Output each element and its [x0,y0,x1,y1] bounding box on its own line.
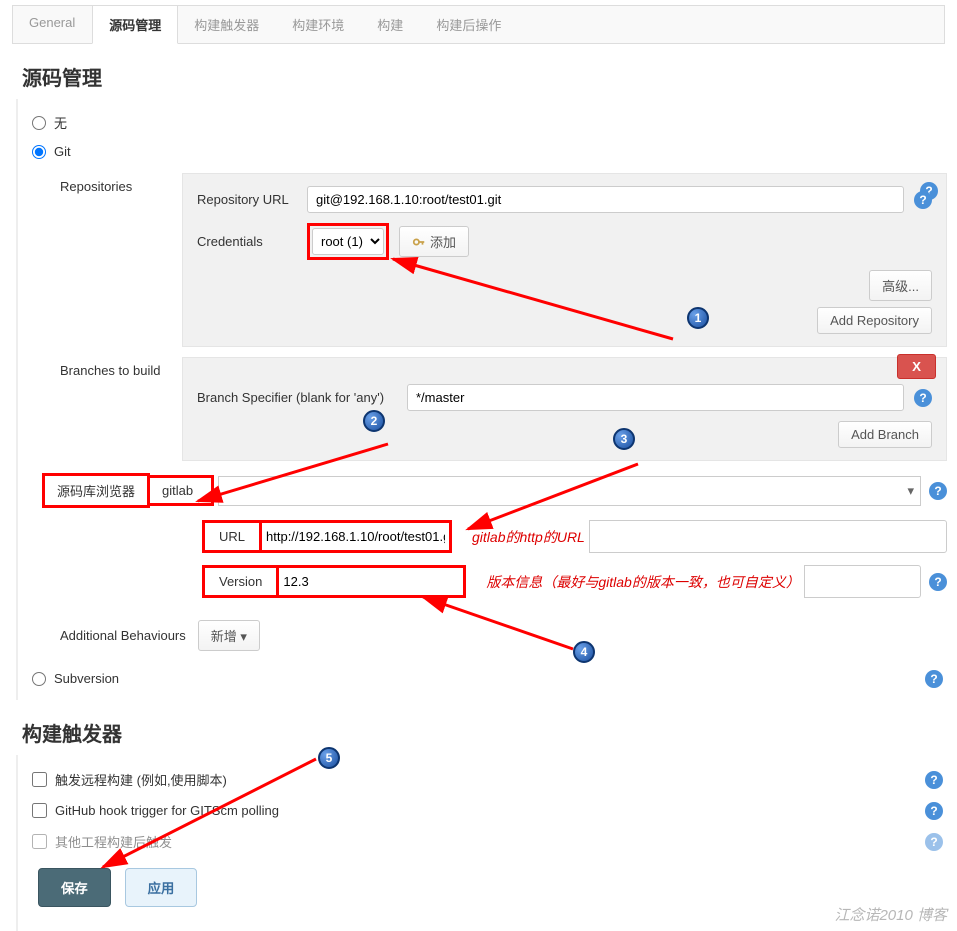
radio-git-label: Git [54,144,71,159]
radio-svn-label: Subversion [54,671,119,686]
add-branch-button[interactable]: Add Branch [838,421,932,448]
advanced-button[interactable]: 高级... [869,270,932,301]
browser-url-input[interactable] [266,529,445,544]
trigger-remote-label: 触发远程构建 (例如,使用脚本) [55,770,227,789]
add-behaviour-button[interactable]: 新增 ▾ [198,620,260,651]
help-icon[interactable]: ? [925,670,943,688]
trigger-github-checkbox[interactable] [32,803,47,818]
help-icon[interactable]: ? [914,389,932,407]
callout-2: 2 [363,410,385,432]
trigger-remote-row[interactable]: 触发远程构建 (例如,使用脚本) ? [32,763,947,796]
branches-body: X Branch Specifier (blank for 'any') ? A… [182,357,947,461]
help-icon[interactable]: ? [925,771,943,789]
trigger-github-row[interactable]: GitHub hook trigger for GITScm polling ? [32,796,947,825]
callout-3: 3 [613,428,635,450]
callout-4: 4 [573,641,595,663]
trigger-github-label: GitHub hook trigger for GITScm polling [55,803,279,818]
add-credentials-button[interactable]: 添加 [399,226,469,257]
browser-version-row: Version 版本信息（最好与gitlab的版本一致，也可自定义） ? [202,565,947,598]
help-icon[interactable]: ? [925,802,943,820]
tab-scm[interactable]: 源码管理 [92,6,178,44]
triggers-block: 5 触发远程构建 (例如,使用脚本) ? GitHub hook trigger… [16,755,957,931]
radio-git[interactable] [32,145,46,159]
browser-url-row: URL gitlab的http的URL [202,520,947,553]
trigger-other-row[interactable]: 其他工程构建后触发 ? [32,825,947,858]
additional-behaviours-row: Additional Behaviours 新增 ▾ [42,610,947,661]
add-cred-label: 添加 [430,232,456,251]
add-repository-button[interactable]: Add Repository [817,307,932,334]
branch-specifier-input[interactable] [407,384,904,411]
apply-button[interactable]: 应用 [125,868,198,907]
browser-url-label: URL [202,520,262,553]
radio-svn[interactable] [32,672,46,686]
key-icon [412,235,426,249]
scm-option-svn[interactable]: Subversion ? [32,665,947,692]
tab-post-build[interactable]: 构建后操作 [420,6,518,43]
trigger-other-label: 其他工程构建后触发 [55,832,172,851]
browser-version-label: Version [202,565,279,598]
repo-browser-dropdown[interactable]: ▾ [218,476,921,506]
trigger-other-checkbox[interactable] [32,834,47,849]
browser-version-input[interactable] [283,574,459,589]
repo-browser-row: 源码库浏览器 gitlab ▾ ? [42,473,947,508]
help-icon[interactable]: ? [929,482,947,500]
help-icon[interactable]: ? [925,833,943,851]
callout-5: 5 [318,747,340,769]
trigger-remote-checkbox[interactable] [32,772,47,787]
branch-specifier-label: Branch Specifier (blank for 'any') [197,390,397,405]
branches-row: Branches to build X Branch Specifier (bl… [42,357,947,461]
tab-triggers[interactable]: 构建触发器 [178,6,276,43]
radio-none[interactable] [32,116,46,130]
scm-option-git[interactable]: Git [32,138,947,165]
repo-browser-value: gitlab [150,475,214,506]
callout-1: 1 [687,307,709,329]
tab-build-env[interactable]: 构建环境 [276,6,361,43]
radio-none-label: 无 [54,113,67,132]
url-annotation: gitlab的http的URL [472,520,585,553]
delete-branch-button[interactable]: X [897,354,936,379]
save-button[interactable]: 保存 [38,868,111,907]
tab-build[interactable]: 构建 [361,6,420,43]
repo-url-label: Repository URL [197,192,297,207]
scm-section-title: 源码管理 [0,44,957,99]
triggers-section-title: 构建触发器 [0,700,957,755]
credentials-label: Credentials [197,234,297,249]
credentials-select[interactable]: root (1) [312,228,384,255]
help-icon[interactable]: ? [914,191,932,209]
repositories-body: ? Repository URL ? Credentials root (1) [182,173,947,347]
repo-url-input[interactable] [307,186,904,213]
repositories-row: Repositories ? Repository URL ? Credenti… [42,173,947,347]
repo-browser-label: 源码库浏览器 [42,473,150,508]
watermark: 江念诺2010 博客 [834,904,947,925]
branches-label: Branches to build [42,357,182,378]
scm-block: 无 Git Repositories ? Repository URL ? Cr… [16,99,957,700]
repositories-label: Repositories [42,173,182,194]
additional-behaviours-label: Additional Behaviours [60,628,186,643]
scm-option-none[interactable]: 无 [32,107,947,138]
config-tabs: General 源码管理 构建触发器 构建环境 构建 构建后操作 [12,5,945,44]
tab-general[interactable]: General [13,6,92,43]
help-icon[interactable]: ? [929,573,947,591]
version-annotation: 版本信息（最好与gitlab的版本一致，也可自定义） [486,565,799,598]
